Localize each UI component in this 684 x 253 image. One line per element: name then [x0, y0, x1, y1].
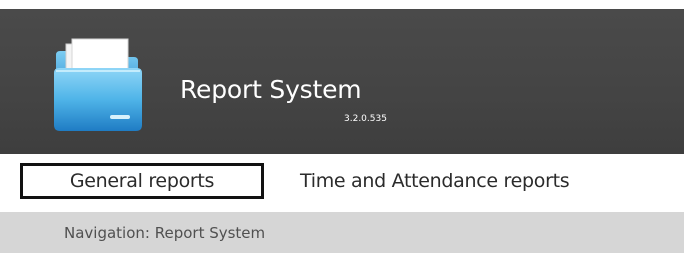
- app-header: Report System 3.2.0.535: [0, 9, 684, 154]
- tab-general-reports[interactable]: General reports: [20, 163, 264, 199]
- report-system-window: Report System 3.2.0.535 General reports …: [0, 0, 684, 253]
- report-tabs: General reports Time and Attendance repo…: [0, 154, 684, 208]
- app-title: Report System: [180, 75, 362, 104]
- tab-time-and-attendance-reports[interactable]: Time and Attendance reports: [300, 163, 570, 199]
- navigation-breadcrumb: Navigation: Report System: [64, 224, 266, 242]
- folder-icon: [54, 38, 142, 131]
- navigation-bar: Navigation: Report System: [0, 212, 684, 253]
- app-version: 3.2.0.535: [344, 114, 387, 124]
